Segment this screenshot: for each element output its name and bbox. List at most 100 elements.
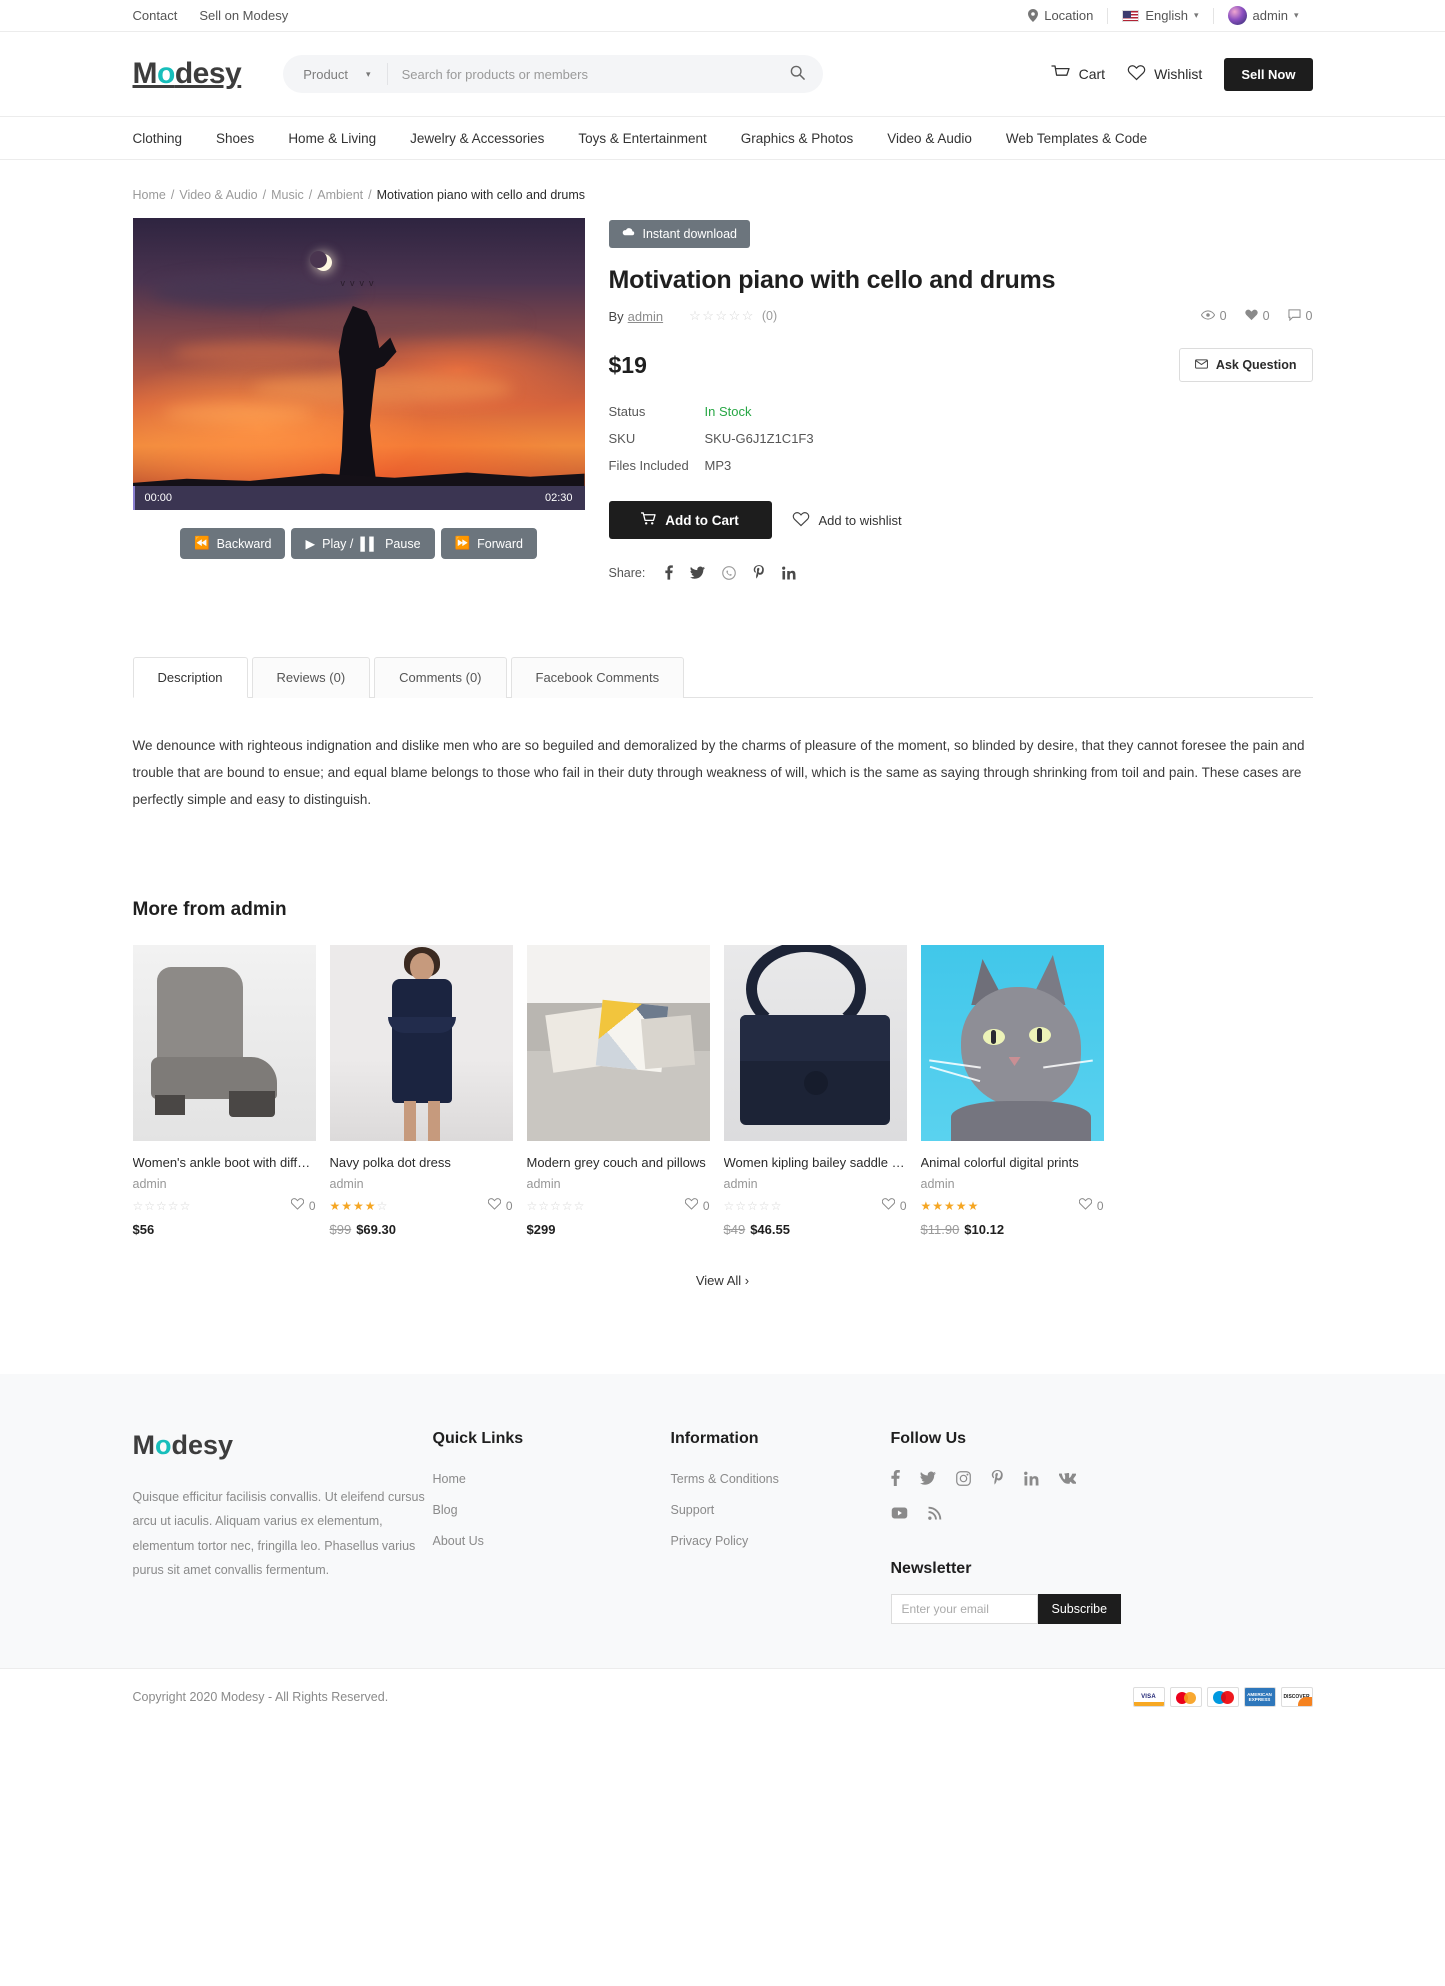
tab-comments-0[interactable]: Comments (0) — [374, 657, 507, 698]
more-from-heading: More from admin — [132, 899, 287, 920]
breadcrumb-item-home[interactable]: Home — [133, 188, 166, 202]
nav-item-clothing[interactable]: Clothing — [133, 131, 183, 146]
nav-item-video-audio[interactable]: Video & Audio — [887, 131, 972, 146]
footer-link-home[interactable]: Home — [433, 1472, 466, 1486]
spec-value: In Stock — [704, 404, 752, 419]
twitter-icon[interactable] — [690, 566, 706, 579]
linkedin-icon[interactable] — [1023, 1470, 1039, 1486]
rss-icon[interactable] — [927, 1506, 942, 1520]
product-card-likes: 0 — [881, 1198, 907, 1213]
tab-description[interactable]: Description — [132, 657, 248, 698]
footer-link-blog[interactable]: Blog — [433, 1503, 458, 1517]
backward-button[interactable]: ⏪ Backward — [180, 528, 286, 559]
nav-item-toys-entertainment[interactable]: Toys & Entertainment — [578, 131, 706, 146]
product-card-old-price: $49 — [723, 1222, 746, 1237]
product-card-price: $99 $69.30 — [330, 1222, 513, 1237]
footer-link-about-us[interactable]: About Us — [433, 1534, 484, 1548]
footer-link-support[interactable]: Support — [671, 1503, 715, 1517]
whatsapp-icon[interactable] — [722, 565, 737, 580]
heart-icon — [881, 1198, 895, 1213]
tab-facebook-comments[interactable]: Facebook Comments — [510, 657, 685, 698]
product-card[interactable]: Women's ankle boot with differen... admin… — [132, 945, 316, 1237]
search-button[interactable] — [784, 65, 823, 83]
product-card-author[interactable]: admin — [330, 1177, 513, 1191]
product-card-image[interactable] — [329, 945, 513, 1141]
sell-now-button[interactable]: Sell Now — [1224, 57, 1313, 91]
product-card-author[interactable]: admin — [133, 1177, 316, 1191]
product-card-title[interactable]: Animal colorful digital prints — [921, 1155, 1104, 1170]
product-card-title[interactable]: Navy polka dot dress — [330, 1155, 513, 1170]
location-selector[interactable]: Location — [1014, 8, 1107, 23]
product-card-title[interactable]: Modern grey couch and pillows — [527, 1155, 710, 1170]
nav-item-graphics-photos[interactable]: Graphics & Photos — [741, 131, 854, 146]
facebook-icon[interactable] — [665, 565, 674, 580]
topbar-link-contact[interactable]: Contact — [133, 8, 178, 23]
breadcrumb-item-music[interactable]: Music — [271, 188, 304, 202]
heart-filled-icon — [1244, 309, 1258, 324]
product-card[interactable]: Navy polka dot dress admin ★★★★☆ 0 $99 $69.30 — [329, 945, 513, 1237]
product-card-image[interactable] — [920, 945, 1104, 1141]
add-to-wishlist-button[interactable]: Add to wishlist — [792, 511, 902, 530]
site-logo[interactable]: Modesy — [133, 57, 242, 91]
rating-stars: ★★★★★ — [920, 1198, 980, 1213]
product-card[interactable]: Women kipling bailey saddle han... admin ☆… — [723, 945, 907, 1237]
pause-label: Pause — [385, 536, 421, 551]
birds-decoration: vvvv — [340, 278, 379, 288]
search-input[interactable] — [387, 66, 785, 82]
pinterest-icon[interactable] — [753, 565, 765, 580]
pinterest-icon[interactable] — [991, 1470, 1004, 1486]
vk-icon[interactable] — [1058, 1470, 1076, 1486]
newsletter-email-input[interactable] — [890, 1594, 1038, 1624]
product-card-title[interactable]: Women's ankle boot with differen... — [133, 1155, 316, 1170]
search-category-select[interactable]: Product ▾ — [283, 63, 388, 85]
user-menu[interactable]: admin ▾ — [1214, 6, 1313, 25]
logo-text-rest: desy — [174, 57, 242, 90]
product-card-image[interactable] — [526, 945, 710, 1141]
linkedin-icon[interactable] — [782, 566, 796, 580]
play-pause-button[interactable]: ▶ Play / ▌▌ Pause — [291, 528, 435, 559]
product-card-author[interactable]: admin — [724, 1177, 907, 1191]
by-label: By — [608, 308, 624, 324]
site-header: Modesy Product ▾ Cart — [0, 32, 1445, 117]
chevron-right-icon: › — [744, 1273, 750, 1288]
product-card-author[interactable]: admin — [527, 1177, 710, 1191]
product-card-image[interactable] — [132, 945, 316, 1141]
add-to-cart-button[interactable]: Add to Cart — [608, 501, 772, 539]
product-card[interactable]: Animal colorful digital prints admin ★★★★★… — [920, 945, 1104, 1237]
view-all-link[interactable]: View All › — [696, 1273, 749, 1288]
breadcrumb-item-video-audio[interactable]: Video & Audio — [179, 188, 257, 202]
product-card-image[interactable] — [723, 945, 907, 1141]
language-selector[interactable]: English ▾ — [1108, 8, 1212, 23]
product-card-author[interactable]: admin — [921, 1177, 1104, 1191]
player-progress-bar[interactable]: 00:00 02:30 — [132, 486, 585, 510]
instagram-icon[interactable] — [955, 1470, 971, 1486]
youtube-icon[interactable] — [891, 1506, 908, 1520]
wishlist-link[interactable]: Wishlist — [1127, 64, 1202, 84]
cart-link[interactable]: Cart — [1050, 64, 1105, 84]
nav-item-jewelry-accessories[interactable]: Jewelry & Accessories — [410, 131, 544, 146]
nav-item-shoes[interactable]: Shoes — [216, 131, 254, 146]
product-card-price: $11.90 $10.12 — [921, 1222, 1104, 1237]
comment-icon — [1288, 308, 1301, 324]
footer-link-privacy-policy[interactable]: Privacy Policy — [671, 1534, 749, 1548]
subscribe-button[interactable]: Subscribe — [1037, 1594, 1122, 1624]
nav-item-home-living[interactable]: Home & Living — [288, 131, 376, 146]
footer-list-item: About Us — [433, 1532, 671, 1548]
forward-icon: ⏩ — [454, 536, 471, 550]
nav-item-web-templates-code[interactable]: Web Templates & Code — [1006, 131, 1147, 146]
product-card-title[interactable]: Women kipling bailey saddle han... — [724, 1155, 907, 1170]
forward-button[interactable]: ⏩ Forward — [440, 528, 537, 559]
breadcrumb-item-ambient[interactable]: Ambient — [317, 188, 363, 202]
footer-link-terms-conditions[interactable]: Terms & Conditions — [671, 1472, 779, 1486]
product-card[interactable]: Modern grey couch and pillows admin ☆☆☆☆☆ 0… — [526, 945, 710, 1237]
topbar-link-sell-on-modesy[interactable]: Sell on Modesy — [199, 8, 288, 23]
ask-question-button[interactable]: Ask Question — [1178, 348, 1313, 382]
heart-icon — [1127, 64, 1146, 84]
facebook-icon[interactable] — [890, 1470, 900, 1486]
product-author-link[interactable]: admin — [628, 309, 663, 324]
tab-reviews-0[interactable]: Reviews (0) — [251, 657, 371, 698]
product-metrics: 0 0 0 — [1200, 308, 1313, 324]
video-player[interactable]: vvvv 00:00 02:30 — [132, 218, 585, 510]
play-label: Play / — [322, 536, 354, 551]
twitter-icon[interactable] — [919, 1470, 936, 1486]
